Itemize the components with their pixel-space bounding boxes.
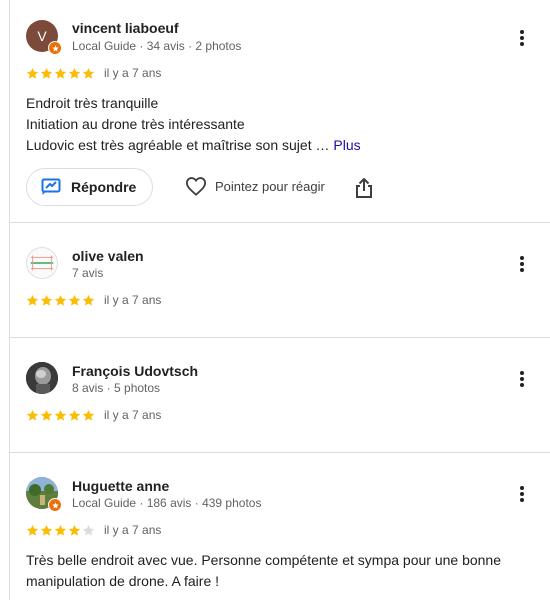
review-text: Endroit très tranquille Initiation au dr… xyxy=(26,93,361,156)
review-card: olive valen 7 avis il y a 7 ans xyxy=(9,223,550,337)
star-filled-icon xyxy=(54,294,67,306)
review-time: il y a 7 ans xyxy=(104,293,162,307)
review-line: Très belle endroit avec vue. Personne co… xyxy=(26,552,501,568)
star-rating xyxy=(26,524,95,537)
star-filled-icon xyxy=(40,294,53,306)
star-filled-icon xyxy=(40,409,53,421)
more-options-icon[interactable] xyxy=(510,367,534,391)
star-rating xyxy=(26,294,95,307)
avatar[interactable]: V xyxy=(26,20,62,55)
review-card: François Udovtsch 8 avis · 5 photos il y… xyxy=(9,338,550,452)
review-card: Huguette anne Local Guide · 186 avis · 4… xyxy=(9,453,550,600)
reviews-panel: V vincent liaboeuf Local Guide · 34 avis… xyxy=(0,0,550,600)
star-filled-icon xyxy=(26,67,39,79)
star-filled-icon xyxy=(40,67,53,79)
reviewer-meta: 8 avis · 5 photos xyxy=(72,381,161,395)
star-rating xyxy=(26,67,95,80)
more-link[interactable]: Plus xyxy=(333,137,360,153)
more-options-icon[interactable] xyxy=(510,26,534,50)
star-filled-icon xyxy=(26,294,39,306)
star-filled-icon xyxy=(26,524,39,536)
star-rating xyxy=(26,409,95,422)
star-empty-icon xyxy=(82,524,95,536)
heart-icon xyxy=(185,176,207,196)
star-filled-icon xyxy=(68,294,81,306)
avatar[interactable] xyxy=(26,362,58,394)
reviewer-meta: Local Guide · 186 avis · 439 photos xyxy=(72,496,262,510)
review-time: il y a 7 ans xyxy=(104,66,162,80)
star-filled-icon xyxy=(54,409,67,421)
star-filled-icon xyxy=(68,67,81,79)
review-line: manipulation de drone. A faire ! xyxy=(26,573,220,589)
share-icon[interactable] xyxy=(355,177,373,203)
reviewer-name[interactable]: olive valen xyxy=(72,248,144,264)
avatar[interactable] xyxy=(26,247,58,279)
star-filled-icon xyxy=(82,67,95,79)
review-time: il y a 7 ans xyxy=(104,408,162,422)
reviewer-meta: 7 avis xyxy=(72,266,104,280)
star-filled-icon xyxy=(54,524,67,536)
star-filled-icon xyxy=(26,409,39,421)
local-guide-badge-icon xyxy=(48,41,62,55)
star-filled-icon xyxy=(68,524,81,536)
more-options-icon[interactable] xyxy=(510,482,534,506)
star-filled-icon xyxy=(82,409,95,421)
reply-button[interactable]: Répondre xyxy=(26,168,153,206)
react-button[interactable]: Pointez pour réagir xyxy=(185,176,325,196)
review-line-last: Ludovic est très agréable et maîtrise so… xyxy=(26,135,361,156)
reviewer-meta: Local Guide · 34 avis · 2 photos xyxy=(72,39,242,53)
star-filled-icon xyxy=(40,524,53,536)
star-filled-icon xyxy=(68,409,81,421)
reviewer-name[interactable]: vincent liaboeuf xyxy=(72,20,179,36)
review-text: Très belle endroit avec vue. Personne co… xyxy=(26,550,501,592)
react-label: Pointez pour réagir xyxy=(215,178,325,194)
more-options-icon[interactable] xyxy=(510,252,534,276)
review-line: Endroit très tranquille xyxy=(26,95,159,111)
review-line: Initiation au drone très intéressante xyxy=(26,116,245,132)
reviewer-name[interactable]: Huguette anne xyxy=(72,478,169,494)
star-filled-icon xyxy=(82,294,95,306)
avatar[interactable] xyxy=(26,477,62,512)
local-guide-badge-icon xyxy=(48,498,62,512)
review-card: V vincent liaboeuf Local Guide · 34 avis… xyxy=(9,0,550,222)
reviewer-name[interactable]: François Udovtsch xyxy=(72,363,198,379)
review-line-text: Ludovic est très agréable et maîtrise so… xyxy=(26,137,330,153)
reply-icon xyxy=(41,178,61,196)
review-time: il y a 7 ans xyxy=(104,523,162,537)
reply-label: Répondre xyxy=(71,179,137,195)
star-filled-icon xyxy=(54,67,67,79)
avatar-letter: V xyxy=(37,28,47,44)
